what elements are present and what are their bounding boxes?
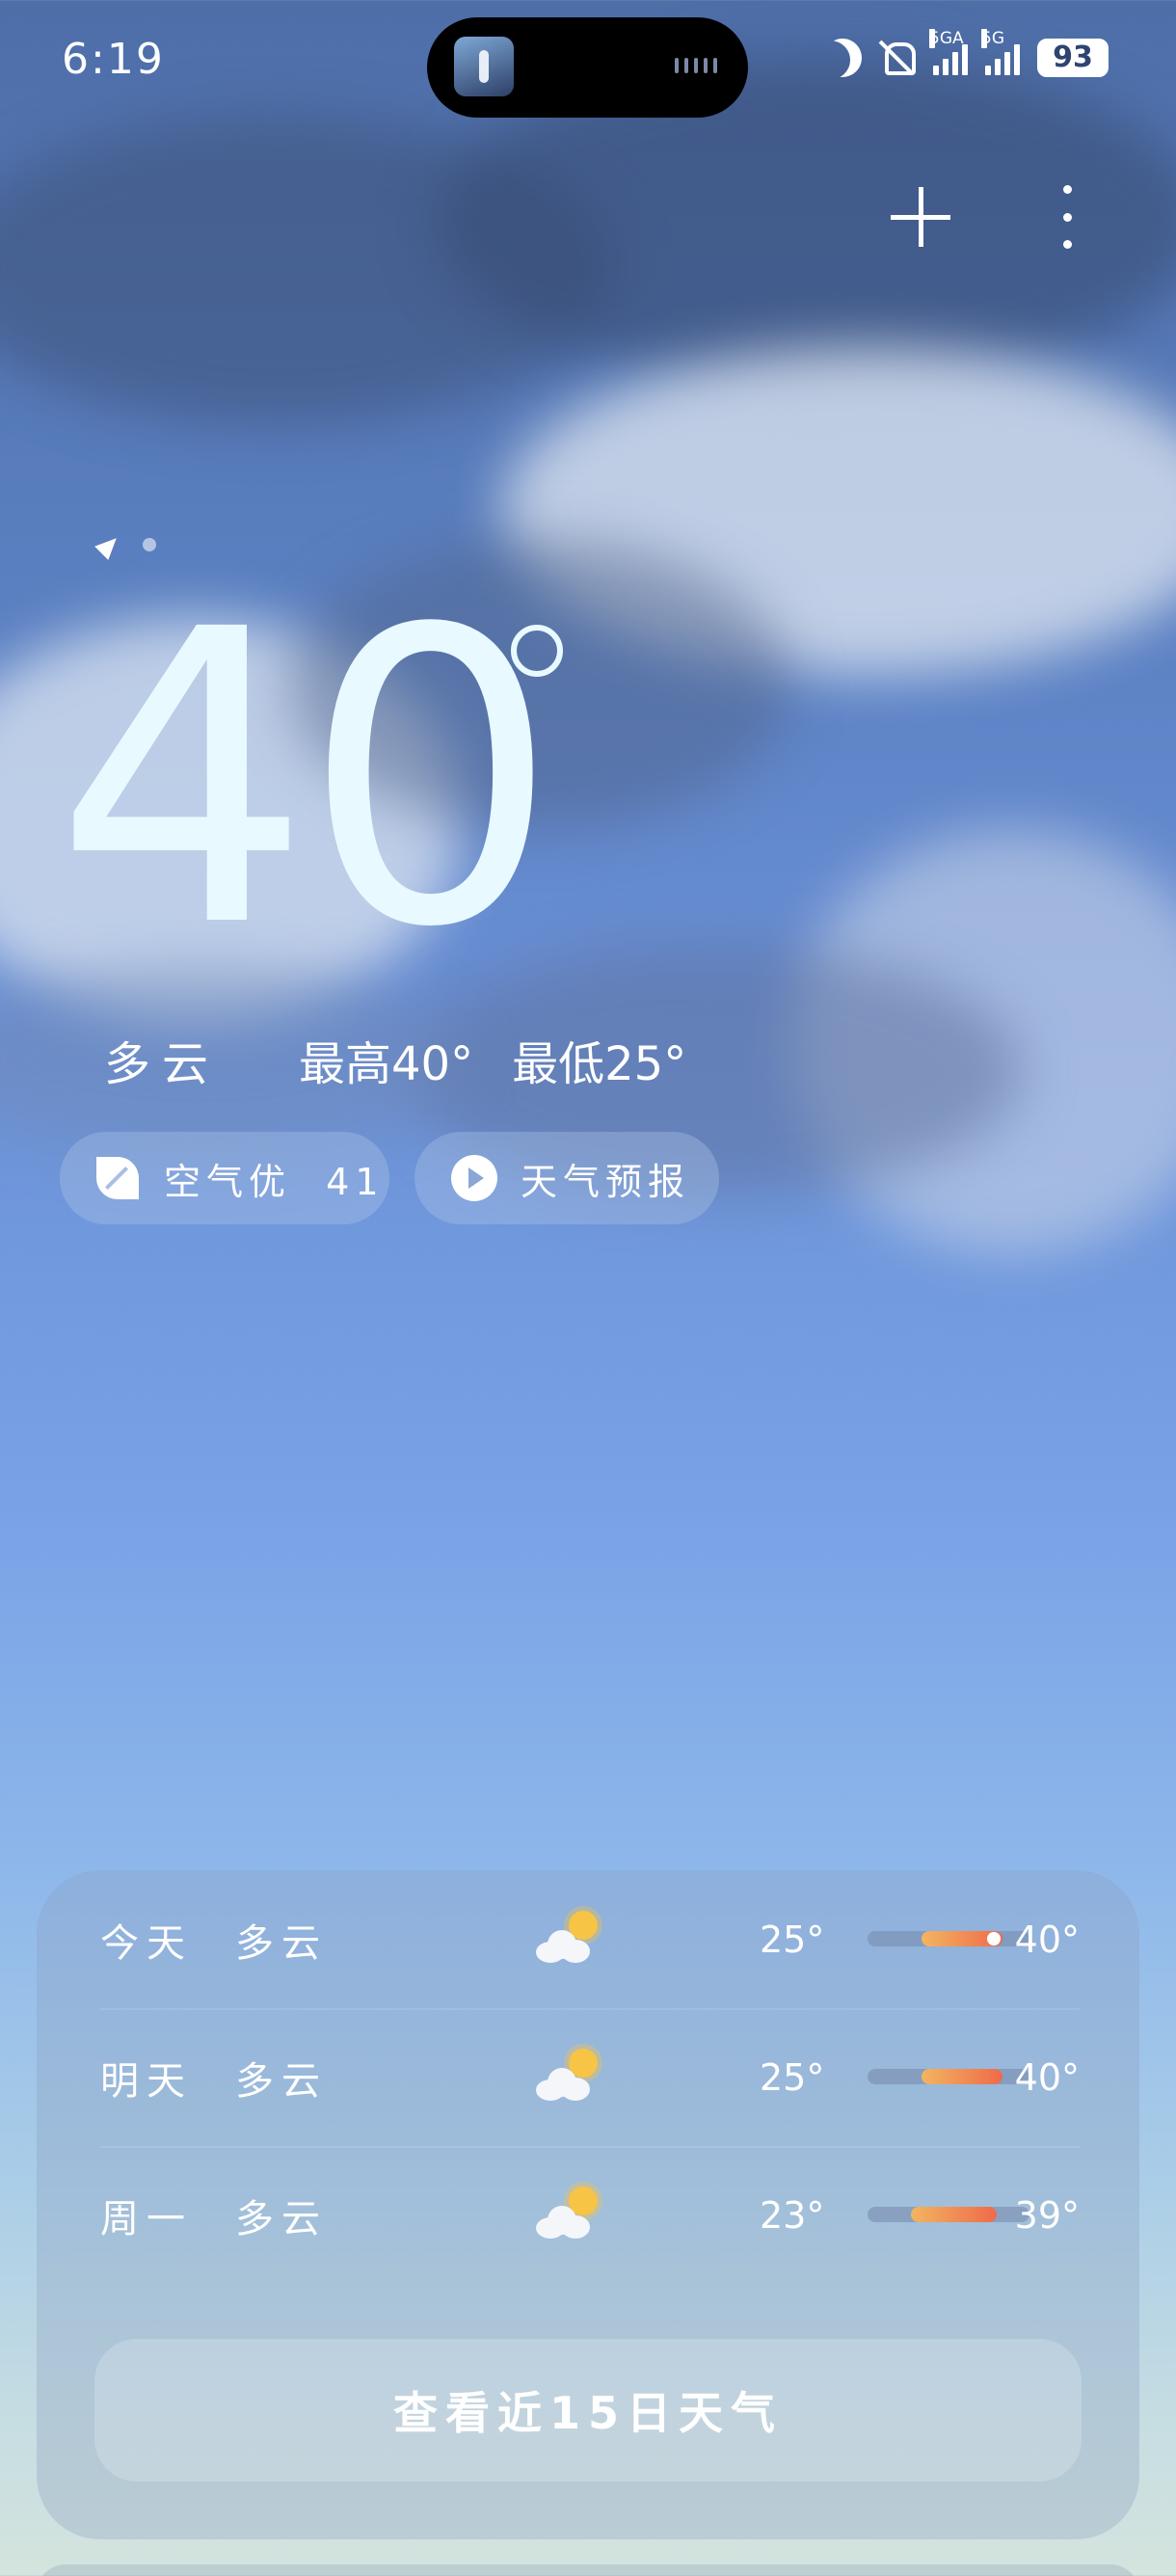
- signal-icon-2: 5G: [981, 29, 1020, 75]
- forecast-condition: 多云: [235, 2058, 328, 2104]
- leaf-icon: [96, 1157, 139, 1199]
- forecast-day: 周一: [100, 2196, 193, 2241]
- weather-forecast-chip[interactable]: 天气预报: [414, 1132, 719, 1224]
- forecast-day: 明天: [100, 2058, 193, 2104]
- partly-cloudy-icon: [536, 1909, 605, 1967]
- forecast-condition: 多云: [235, 1920, 328, 1966]
- forecast-high: 39°: [1014, 2193, 1080, 2237]
- play-icon: [451, 1155, 497, 1201]
- today-low: 最低25°: [512, 1037, 687, 1091]
- add-city-icon[interactable]: [891, 187, 950, 247]
- current-condition: 多云: [104, 1037, 221, 1091]
- view-15-day-button[interactable]: 查看近15日天气: [94, 2339, 1082, 2482]
- forecast-day: 今天: [100, 1920, 193, 1966]
- temperature-range-bar: [868, 2069, 1029, 2084]
- today-high: 最高40°: [299, 1037, 474, 1091]
- air-quality-label: 空气优 41: [164, 1160, 385, 1203]
- weather-forecast-label: 天气预报: [521, 1160, 691, 1203]
- temperature-range-bar: [868, 2207, 1029, 2222]
- more-options-icon[interactable]: [1058, 185, 1076, 249]
- signal-icon-1: 5GA: [929, 29, 968, 75]
- media-artwork: [454, 37, 514, 96]
- degree-symbol: [511, 625, 563, 677]
- next-card: [37, 2564, 1139, 2576]
- forecast-high: 40°: [1014, 1918, 1080, 1961]
- audio-wave-icon: [675, 58, 717, 73]
- battery-indicator: 93: [1037, 39, 1109, 77]
- forecast-high: 40°: [1014, 2055, 1080, 2099]
- silent-mode-icon: [879, 39, 916, 77]
- forecast-low: 23°: [760, 2193, 825, 2237]
- partly-cloudy-icon: [536, 2185, 605, 2242]
- network-type-2: 5G: [981, 29, 1004, 48]
- temperature-range-fill: [910, 2207, 998, 2222]
- daily-forecast-card: 今天 多云 25° 40° 明天 多云 25° 40° 周一 多云 23° 39° 查看近15日天气: [37, 1870, 1139, 2539]
- forecast-condition: 多云: [235, 2196, 328, 2241]
- status-time: 6:19: [62, 35, 165, 84]
- status-icons: 5GA 5G 93: [823, 29, 1109, 77]
- forecast-low: 25°: [760, 2055, 825, 2099]
- current-temperature: 40: [54, 545, 559, 1016]
- temperature-range-bar: [868, 1931, 1029, 1946]
- current-summary: 多云 最高40° 最低25°: [104, 1026, 686, 1093]
- forecast-row[interactable]: 明天 多云 25° 40°: [100, 2008, 1080, 2146]
- dynamic-island[interactable]: [427, 17, 748, 118]
- temperature-range-fill: [922, 2069, 1002, 2084]
- current-temp-marker: [987, 1932, 1001, 1945]
- forecast-row[interactable]: 周一 多云 23° 39°: [100, 2146, 1080, 2284]
- forecast-row[interactable]: 今天 多云 25° 40°: [100, 1870, 1080, 2008]
- do-not-disturb-icon: [817, 33, 867, 82]
- partly-cloudy-icon: [536, 2047, 605, 2105]
- forecast-low: 25°: [760, 1918, 825, 1961]
- network-type-1: 5GA: [929, 29, 964, 48]
- air-quality-chip[interactable]: 空气优 41: [60, 1132, 389, 1224]
- status-bar: 6:19 5GA 5G 93: [0, 0, 1176, 125]
